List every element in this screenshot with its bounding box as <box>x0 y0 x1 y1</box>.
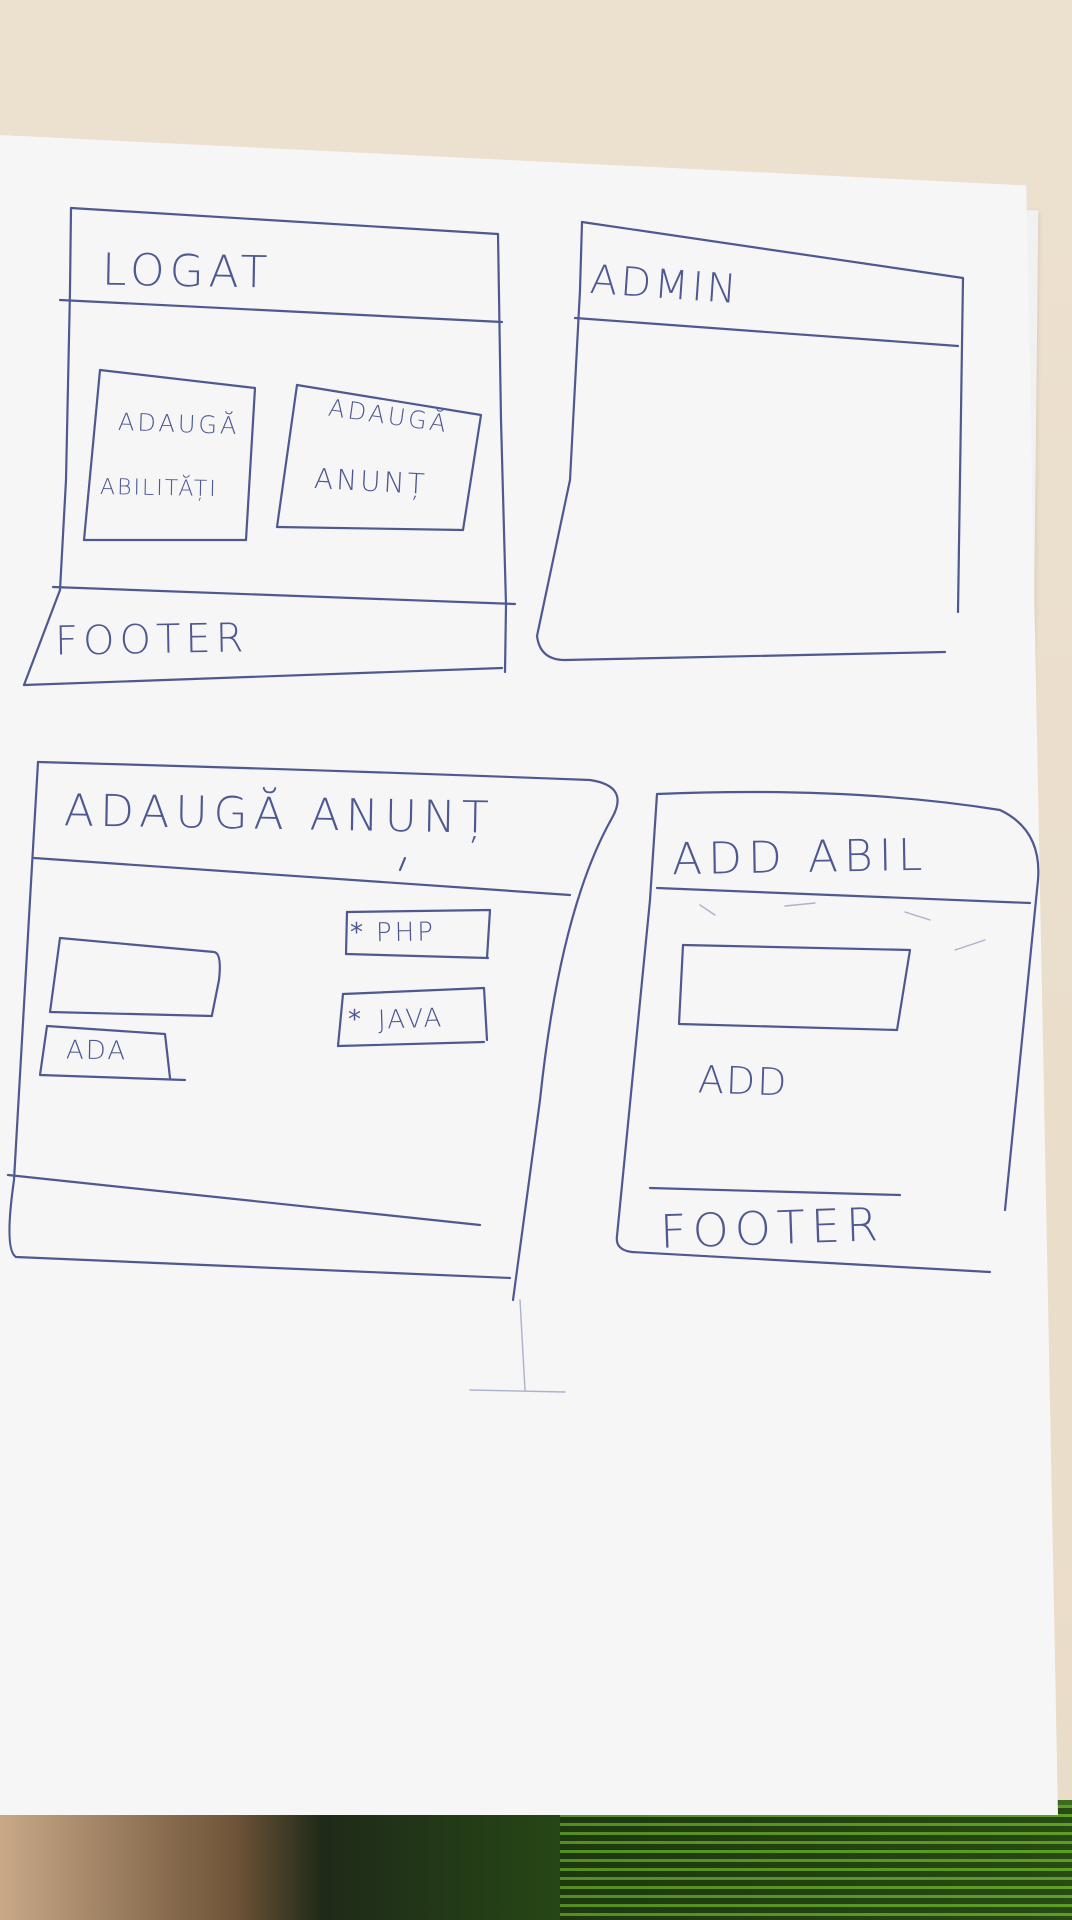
pencil-scribbles <box>469 902 986 1393</box>
add-ad-screen-frame <box>6 760 619 1302</box>
php-option-label: PHP <box>375 917 437 949</box>
ad-text-input <box>48 936 221 1018</box>
add-skills-label-line2: ABILITĂȚI <box>99 474 218 503</box>
add-ad-label-line2: ANUNȚ <box>313 462 429 501</box>
add-skill-title: ADD ABIL <box>671 829 929 886</box>
ada-button-label: ADA <box>65 1035 128 1067</box>
java-option-label: JAVA <box>377 1003 444 1036</box>
logged-in-title: LOGAT <box>101 244 273 299</box>
add-skills-label-line1: ADAUGĂ <box>117 407 240 441</box>
card-add-skills <box>82 368 257 542</box>
add-button-label: ADD <box>697 1057 790 1105</box>
logged-in-footer: FOOTER <box>54 615 249 665</box>
skill-text-input <box>677 943 912 1032</box>
admin-title: ADMIN <box>588 256 741 314</box>
add-skill-footer: FOOTER <box>659 1197 885 1259</box>
add-ad-title: ADAUGĂ ANUNȚ <box>63 785 496 844</box>
